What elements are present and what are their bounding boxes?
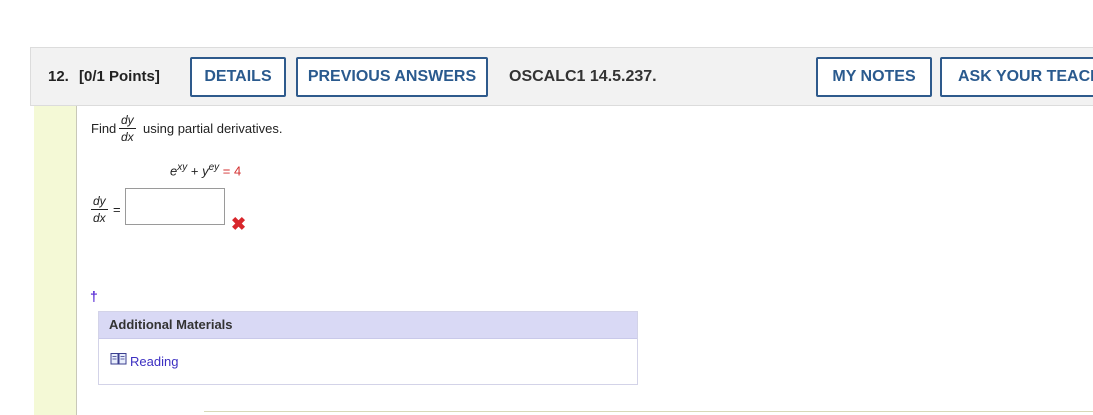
equation: exy + yey = 4	[170, 162, 241, 178]
equation-rhs: = 4	[222, 163, 242, 179]
answer-input[interactable]	[125, 188, 225, 225]
question-gutter	[34, 106, 77, 415]
prompt-rest-text: using partial derivatives.	[143, 121, 283, 136]
previous-answers-button[interactable]: PREVIOUS ANSWERS	[296, 57, 488, 97]
additional-materials-panel: Additional Materials Reading	[98, 311, 638, 385]
dagger-marker: †	[90, 288, 98, 304]
bottom-divider	[204, 411, 1093, 412]
equation-exp-ey: ey	[208, 162, 220, 173]
additional-materials-title: Additional Materials	[99, 312, 637, 339]
ask-your-teacher-button[interactable]: ASK YOUR TEACHER	[940, 57, 1093, 97]
question-number: 12.	[48, 68, 69, 85]
prompt-find-text: Find	[91, 121, 117, 136]
prompt-fraction-denominator: dx	[121, 130, 134, 144]
answer-fraction-numerator: dy	[91, 194, 108, 210]
prompt-fraction: dy dx	[119, 114, 136, 143]
incorrect-x-icon: ✖	[231, 214, 247, 234]
answer-fraction-denominator: dx	[93, 211, 106, 225]
question-points: [0/1 Points]	[79, 68, 160, 85]
details-button[interactable]: DETAILS	[190, 57, 286, 97]
equation-exp-xy: xy	[177, 162, 188, 173]
reading-item[interactable]: Reading	[110, 352, 178, 371]
book-icon	[110, 352, 127, 371]
question-header: 12. [0/1 Points] DETAILS PREVIOUS ANSWER…	[30, 47, 1093, 106]
question-code: OSCALC1 14.5.237.	[509, 68, 657, 85]
answer-fraction: dy dx	[91, 195, 108, 224]
equation-plus: +	[190, 163, 199, 179]
answer-equals: =	[113, 202, 121, 217]
reading-link[interactable]: Reading	[130, 354, 178, 369]
my-notes-button[interactable]: MY NOTES	[816, 57, 932, 97]
prompt-fraction-numerator: dy	[119, 113, 136, 129]
